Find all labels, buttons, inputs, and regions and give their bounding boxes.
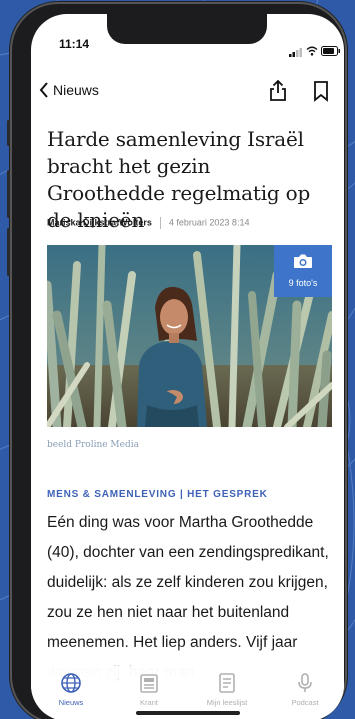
status-time: 11:14 — [59, 37, 90, 51]
back-label: Nieuws — [53, 82, 99, 98]
back-button[interactable]: Nieuws — [39, 82, 99, 98]
battery-icon — [321, 41, 341, 60]
reading-list-icon — [219, 673, 235, 693]
mute-switch — [7, 120, 10, 146]
volume-up-button — [7, 170, 10, 218]
article-category[interactable]: MENS & SAMENLEVING | HET GESPREK — [47, 489, 268, 500]
article-date: 4 februari 2023 8:14 — [168, 217, 250, 228]
microphone-icon — [298, 673, 312, 692]
wifi-icon — [306, 41, 318, 60]
phone-frame: 11:14 Nieuws Harde samenleving Israël br… — [7, 2, 347, 719]
photo-count-badge[interactable]: 9 foto's — [274, 245, 332, 297]
tab-nieuws[interactable]: Nieuws — [36, 672, 106, 707]
article-author[interactable]: Mariska Dijkstra-Wolters — [47, 217, 152, 227]
tab-label: Krant — [140, 698, 158, 707]
article-photo[interactable]: 9 foto's — [47, 245, 332, 427]
bookmark-button[interactable] — [313, 80, 329, 106]
photo-caption: beeld Proline Media — [47, 440, 139, 450]
volume-down-button — [7, 228, 10, 276]
camera-icon — [294, 254, 312, 268]
notch — [107, 14, 267, 44]
photo-count: 9 foto's — [288, 278, 318, 288]
tab-label: Mijn leeslijst — [206, 698, 248, 707]
article-meta: Mariska Dijkstra-Wolters 4 februari 2023 … — [47, 217, 249, 229]
tab-krant[interactable]: Krant — [114, 672, 184, 707]
tab-label: Podcast — [291, 698, 319, 707]
bookmark-icon — [314, 81, 328, 102]
share-button[interactable] — [269, 79, 287, 106]
tab-label: Nieuws — [58, 698, 84, 707]
home-indicator — [136, 711, 240, 715]
globe-icon — [61, 673, 81, 693]
signal-icon — [289, 42, 303, 61]
meta-divider — [159, 217, 161, 229]
tab-mijn-leeslijst[interactable]: Mijn leeslijst — [192, 672, 262, 707]
phone-screen: 11:14 Nieuws Harde samenleving Israël br… — [31, 14, 344, 719]
tab-podcast[interactable]: Podcast — [270, 672, 340, 707]
share-icon — [270, 79, 286, 101]
newspaper-icon — [140, 674, 158, 693]
chevron-left-icon — [39, 82, 48, 98]
